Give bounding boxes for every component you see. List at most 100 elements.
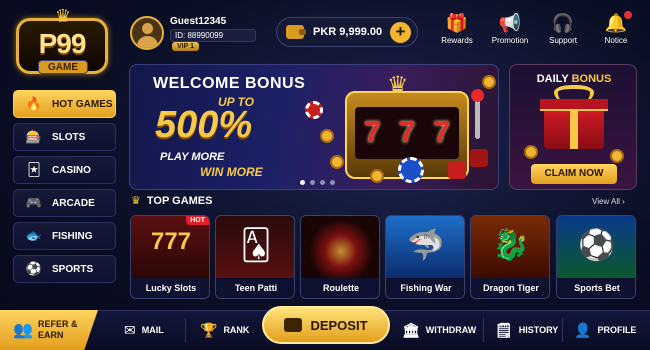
coin-icon (610, 149, 624, 163)
playing-cards-icon: 🂡 (216, 216, 294, 280)
game-label: Dragon Tiger (471, 278, 549, 298)
reel-2: 7 (398, 116, 416, 149)
coin-icon (524, 145, 538, 159)
profile-button[interactable]: 👤 PROFILE (574, 320, 636, 340)
mail-button[interactable]: ✉ MAIL (124, 320, 164, 340)
history-label: HISTORY (518, 325, 559, 335)
banner-percent: 500% (155, 104, 253, 146)
sidebar-item-fishing[interactable]: 🐟 FISHING (13, 222, 116, 250)
dice-icon (448, 161, 466, 179)
daily-bonus-title: DAILY BONUS (536, 73, 612, 85)
divider (483, 318, 484, 342)
welcome-bonus-banner[interactable]: WELCOME BONUS UP TO 500% PLAY MORE WIN M… (129, 64, 499, 190)
shark-icon: 🦈 (386, 216, 464, 280)
slot-777-icon: 777 (131, 216, 209, 280)
sidebar-item-label: ARCADE (52, 197, 95, 209)
coin-icon (320, 129, 334, 143)
megaphone-icon: 📢 (498, 13, 522, 33)
banner-line2: WIN MORE (200, 165, 263, 179)
deposit-button[interactable]: DEPOSIT (262, 306, 390, 344)
carousel-dot[interactable] (310, 180, 315, 185)
avatar[interactable] (130, 16, 164, 50)
balance-amount: PKR 9,999.00 (313, 26, 383, 38)
refer-earn-label: REFER & EARN (38, 319, 78, 340)
coin-icon (482, 75, 496, 89)
game-card-roulette[interactable]: Roulette (300, 215, 380, 299)
banner-line1: PLAY MORE (160, 151, 225, 163)
p99-logo: ♛ P99 GAME (10, 6, 116, 78)
balance-display: PKR 9,999.00 + (276, 17, 418, 47)
mail-label: MAIL (141, 325, 164, 335)
bell-icon: 🔔 (604, 13, 628, 33)
nav-promotion[interactable]: 📢 Promotion (485, 12, 535, 52)
sidebar-item-label: HOT GAMES (52, 98, 113, 110)
logo-subtext: GAME (38, 60, 88, 74)
trophy-icon: 🏆 (200, 321, 218, 338)
game-label: Teen Patti (216, 278, 294, 298)
history-icon: 🗒 (495, 321, 513, 338)
daily-bonus-card[interactable]: DAILY BONUS CLAIM NOW (509, 64, 637, 190)
person-icon: 👤 (574, 321, 592, 338)
nav-rewards[interactable]: 🎁 Rewards (432, 12, 482, 52)
banner-carousel-dots[interactable] (300, 180, 335, 185)
game-card-teen-patti[interactable]: 🂡 Teen Patti (215, 215, 295, 299)
mail-icon: ✉ (124, 321, 136, 338)
bank-icon: 🏛 (402, 321, 420, 338)
carousel-dot[interactable] (320, 180, 325, 185)
rank-button[interactable]: 🏆 RANK (200, 320, 249, 340)
notification-dot (624, 11, 632, 19)
hot-badge: HOT (186, 216, 209, 225)
nav-support[interactable]: 🎧 Support (538, 12, 588, 52)
coin-icon (330, 155, 344, 169)
claim-now-button[interactable]: CLAIM NOW (531, 164, 617, 184)
withdraw-label: WITHDRAW (425, 325, 477, 335)
nav-notice-label: Notice (604, 36, 628, 45)
sidebar-item-label: CASINO (52, 164, 91, 176)
user-profile-card[interactable]: Guest12345 ID: 88990099 VIP 1 (130, 14, 260, 54)
sidebar-item-slots[interactable]: 🎰 SLOTS (13, 123, 116, 151)
game-label: Roulette (301, 278, 379, 298)
fire-icon: 🔥 (25, 96, 43, 111)
wallet-icon (284, 318, 303, 332)
carousel-dot[interactable] (300, 180, 305, 185)
game-card-dragon-tiger[interactable]: 🐉 Dragon Tiger (470, 215, 550, 299)
divider (185, 318, 186, 342)
add-funds-button[interactable]: + (390, 22, 411, 43)
reel-3: 7 (433, 116, 450, 149)
deposit-label: DEPOSIT (310, 317, 368, 333)
rank-label: RANK (223, 325, 250, 335)
gift-box-icon (540, 99, 608, 149)
logo-text: P99 (38, 28, 87, 59)
game-card-lucky-slots[interactable]: 777 HOT Lucky Slots (130, 215, 210, 299)
nav-support-label: Support (548, 36, 578, 45)
game-label: Sports Bet (557, 278, 635, 298)
carousel-dot[interactable] (330, 180, 335, 185)
nav-notice[interactable]: 🔔 Notice (591, 11, 641, 52)
history-button[interactable]: 🗒 HISTORY (495, 320, 558, 340)
sidebar-item-sports[interactable]: ⚽ SPORTS (13, 255, 116, 283)
sidebar-item-label: SLOTS (52, 131, 86, 143)
cards-icon: 🃏 (27, 162, 41, 177)
coin-icon (370, 169, 384, 183)
game-card-sports-bet[interactable]: ⚽ Sports Bet (556, 215, 636, 299)
slot-lever (471, 89, 484, 139)
withdraw-button[interactable]: 🏛 WITHDRAW (402, 320, 476, 340)
profile-label: PROFILE (597, 325, 637, 335)
sidebar-item-hot-games[interactable]: 🔥 HOT GAMES (13, 90, 116, 118)
sidebar-item-casino[interactable]: 🃏 CASINO (13, 156, 116, 184)
vip-badge: VIP 1 (172, 42, 199, 51)
sidebar-item-arcade[interactable]: 🎮 ARCADE (13, 189, 116, 217)
game-label: Lucky Slots (131, 278, 209, 298)
username: Guest12345 (170, 16, 227, 27)
crown-icon: ♛ (54, 6, 72, 26)
refer-earn-button[interactable]: 👥 REFER & EARN (0, 310, 98, 350)
dice-icon (470, 149, 488, 167)
view-all-link[interactable]: View All › (592, 197, 625, 206)
slot-machine-icon: 🎰 (25, 129, 43, 144)
crown-icon: ♛ (131, 195, 141, 207)
headset-icon: 🎧 (551, 13, 575, 33)
divider (562, 318, 563, 342)
gamepad-icon: 🎮 (25, 195, 43, 210)
game-label: Fishing War (386, 278, 464, 298)
game-card-fishing-war[interactable]: 🦈 Fishing War (385, 215, 465, 299)
